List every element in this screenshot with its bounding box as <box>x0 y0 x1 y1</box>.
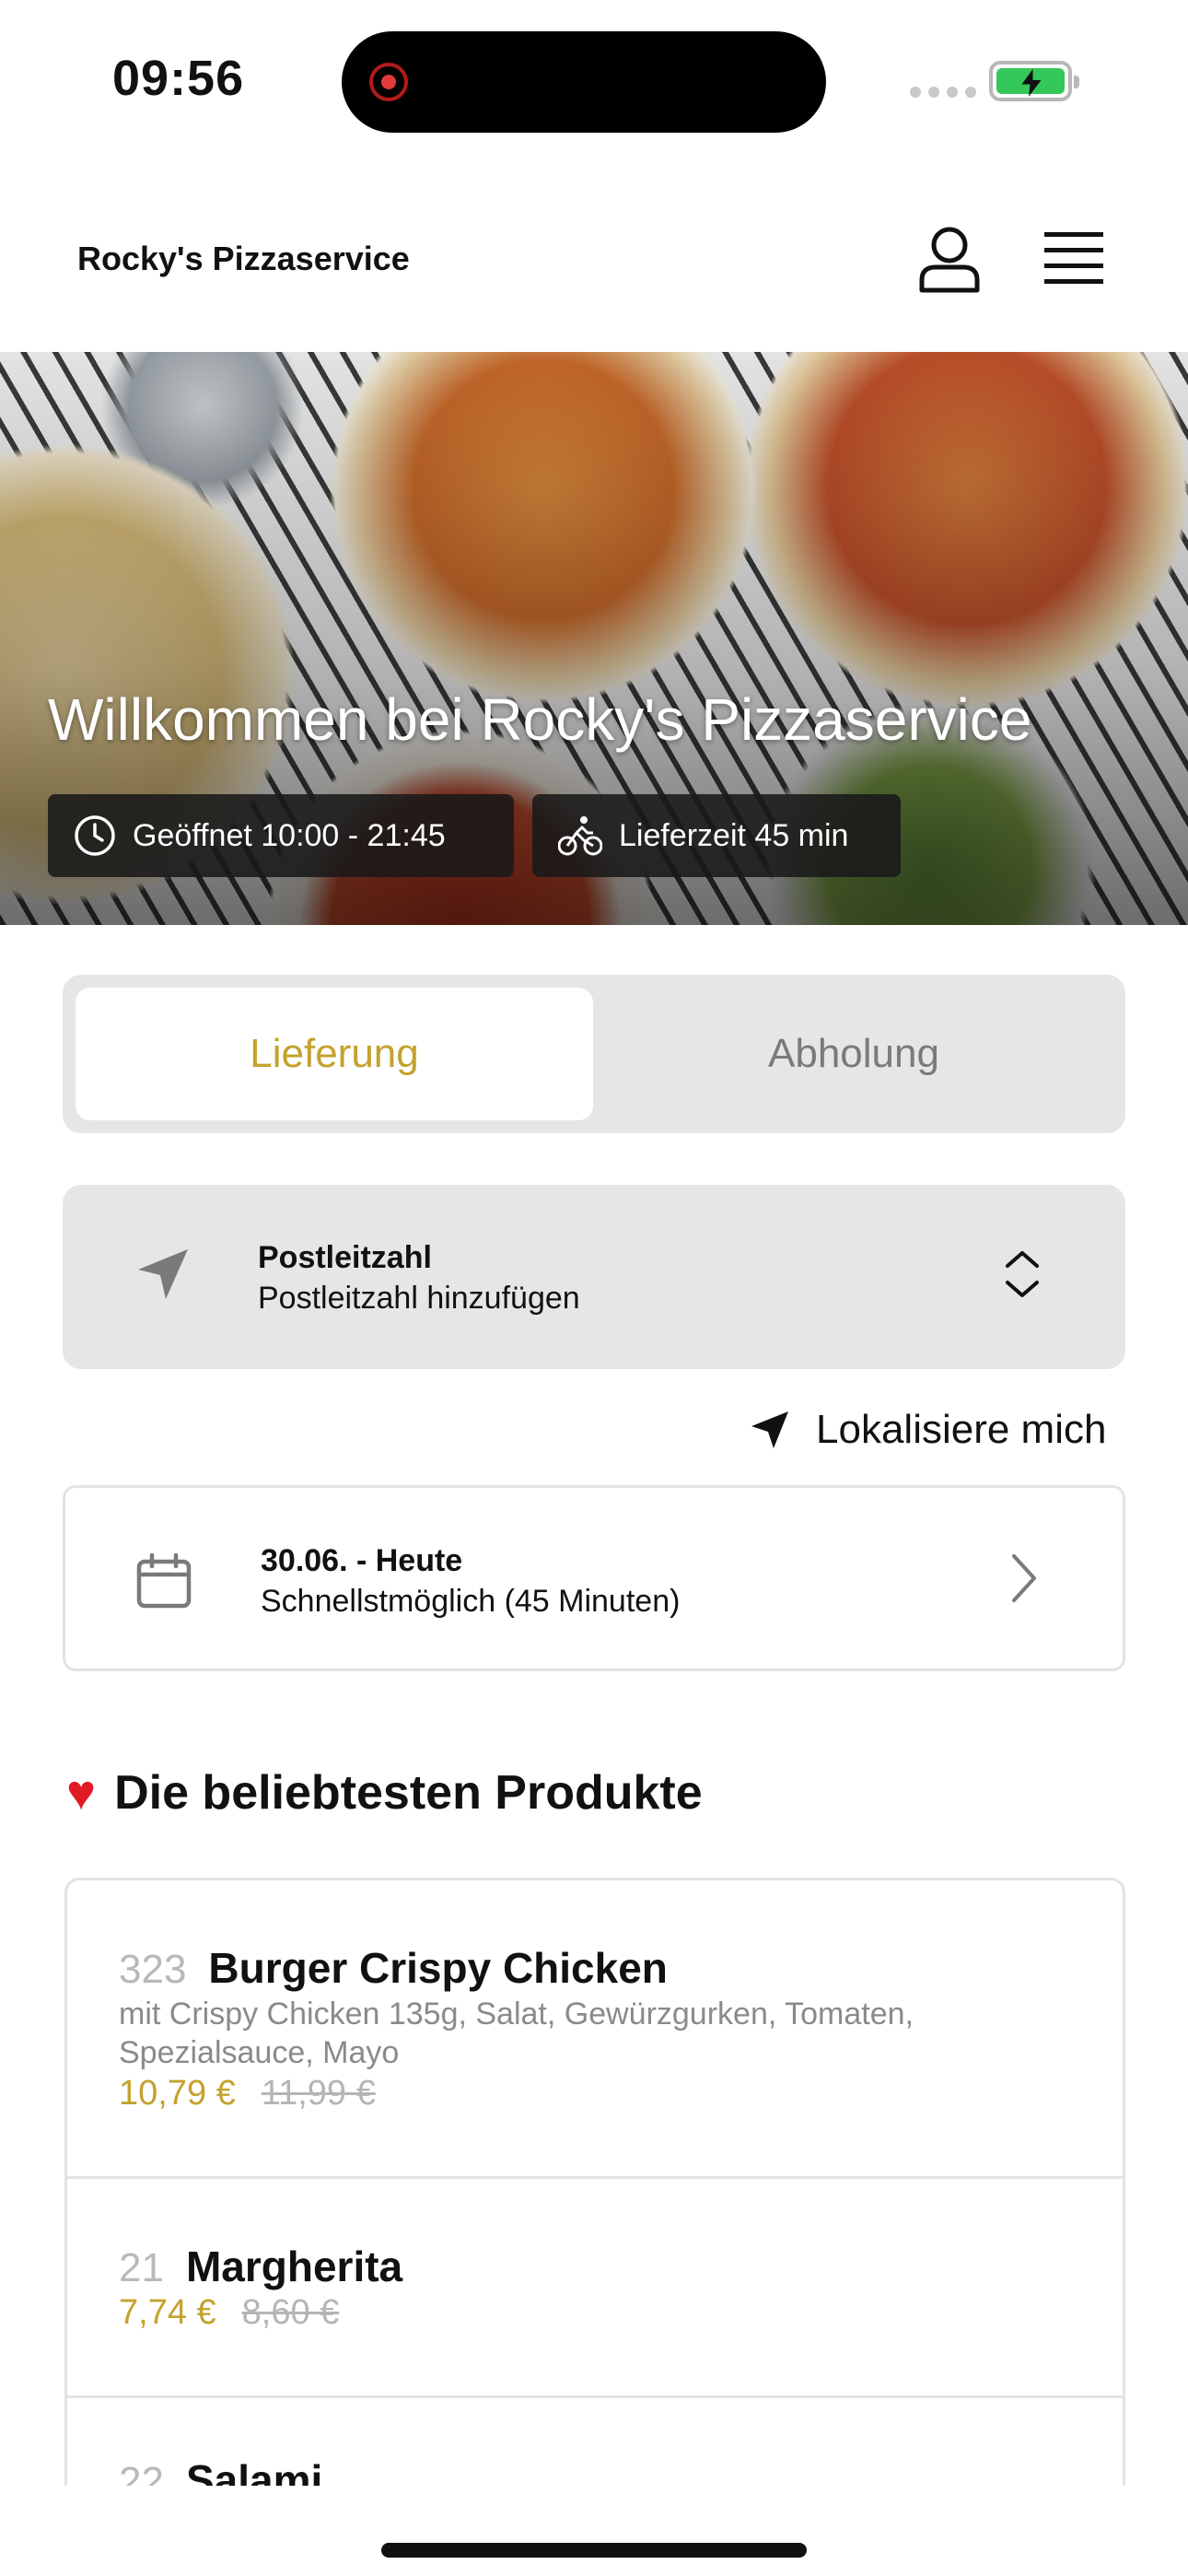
menu-icon[interactable] <box>1044 230 1103 286</box>
popular-section-title: ♥ Die beliebtesten Produkte <box>66 1765 703 1821</box>
postcode-value: Postleitzahl hinzufügen <box>258 1281 580 1316</box>
opening-hours-text: Geöffnet 10:00 - 21:45 <box>133 817 446 853</box>
brand-name[interactable]: Rocky's Pizzaservice <box>77 240 410 278</box>
navigation-arrow-icon <box>138 1249 188 1299</box>
delivery-schedule-row[interactable]: 30.06. - Heute Schnellstmöglich (45 Minu… <box>63 1485 1125 1671</box>
schedule-time: Schnellstmöglich (45 Minuten) <box>261 1584 681 1619</box>
opening-hours-badge: Geöffnet 10:00 - 21:45 <box>48 794 514 877</box>
calendar-icon <box>136 1552 192 1609</box>
schedule-date: 30.06. - Heute <box>261 1543 463 1578</box>
product-old-price: 8,60 € <box>241 2293 340 2332</box>
order-mode-toggle: Lieferung Abholung <box>63 975 1125 1133</box>
product-name: Salami <box>185 2456 323 2486</box>
popular-title-text: Die beliebtesten Produkte <box>114 1766 703 1820</box>
hero-banner: Willkommen bei Rocky's Pizzaservice Geöf… <box>0 352 1188 925</box>
product-name: Burger Crispy Chicken <box>208 1944 668 1992</box>
product-list: 323 Burger Crispy Chicken mit Crispy Chi… <box>64 1878 1125 2486</box>
delivery-time-text: Lieferzeit 45 min <box>619 817 849 853</box>
status-bar: 09:56 <box>0 0 1188 157</box>
hero-title: Willkommen bei Rocky's Pizzaservice <box>48 686 1032 753</box>
tab-delivery[interactable]: Lieferung <box>76 988 593 1120</box>
signal-icon <box>910 87 976 98</box>
product-price: 7,74 € <box>119 2293 216 2332</box>
dynamic-island <box>342 31 826 133</box>
postcode-label: Postleitzahl <box>258 1240 432 1275</box>
product-old-price: 11,99 € <box>261 2074 376 2113</box>
product-item[interactable]: 22 Salami <box>67 2398 1123 2486</box>
product-number: 22 <box>119 2459 164 2486</box>
battery-icon <box>989 61 1079 101</box>
locate-me-label: Lokalisiere mich <box>816 1407 1107 1452</box>
tab-pickup[interactable]: Abholung <box>595 988 1112 1120</box>
product-item[interactable]: 21 Margherita 7,74 € 8,60 € <box>67 2179 1123 2398</box>
product-item[interactable]: 323 Burger Crispy Chicken mit Crispy Chi… <box>67 1880 1123 2179</box>
chevron-right-icon <box>1012 1554 1036 1602</box>
locate-me-button[interactable]: Lokalisiere mich <box>750 1402 1106 1458</box>
delivery-time-badge: Lieferzeit 45 min <box>532 794 901 877</box>
postcode-select[interactable]: Postleitzahl Postleitzahl hinzufügen <box>63 1185 1125 1369</box>
product-description: mit Crispy Chicken 135g, Salat, Gewürzgu… <box>119 1996 914 2070</box>
status-time: 09:56 <box>112 51 245 106</box>
app-header: Rocky's Pizzaservice <box>0 184 1188 352</box>
product-price: 10,79 € <box>119 2074 236 2113</box>
product-number: 323 <box>119 1947 187 1992</box>
bicycle-icon <box>558 816 602 856</box>
user-icon[interactable] <box>917 225 982 293</box>
product-name: Margherita <box>185 2242 403 2290</box>
home-indicator[interactable] <box>381 2543 807 2558</box>
heart-icon: ♥ <box>66 1765 97 1821</box>
clock-icon <box>75 815 115 856</box>
bottom-safe-area <box>0 2486 1188 2576</box>
product-number: 21 <box>119 2245 164 2290</box>
navigation-arrow-icon <box>751 1411 788 1448</box>
recording-icon <box>369 63 408 101</box>
chevron-up-down-icon <box>1006 1251 1039 1297</box>
